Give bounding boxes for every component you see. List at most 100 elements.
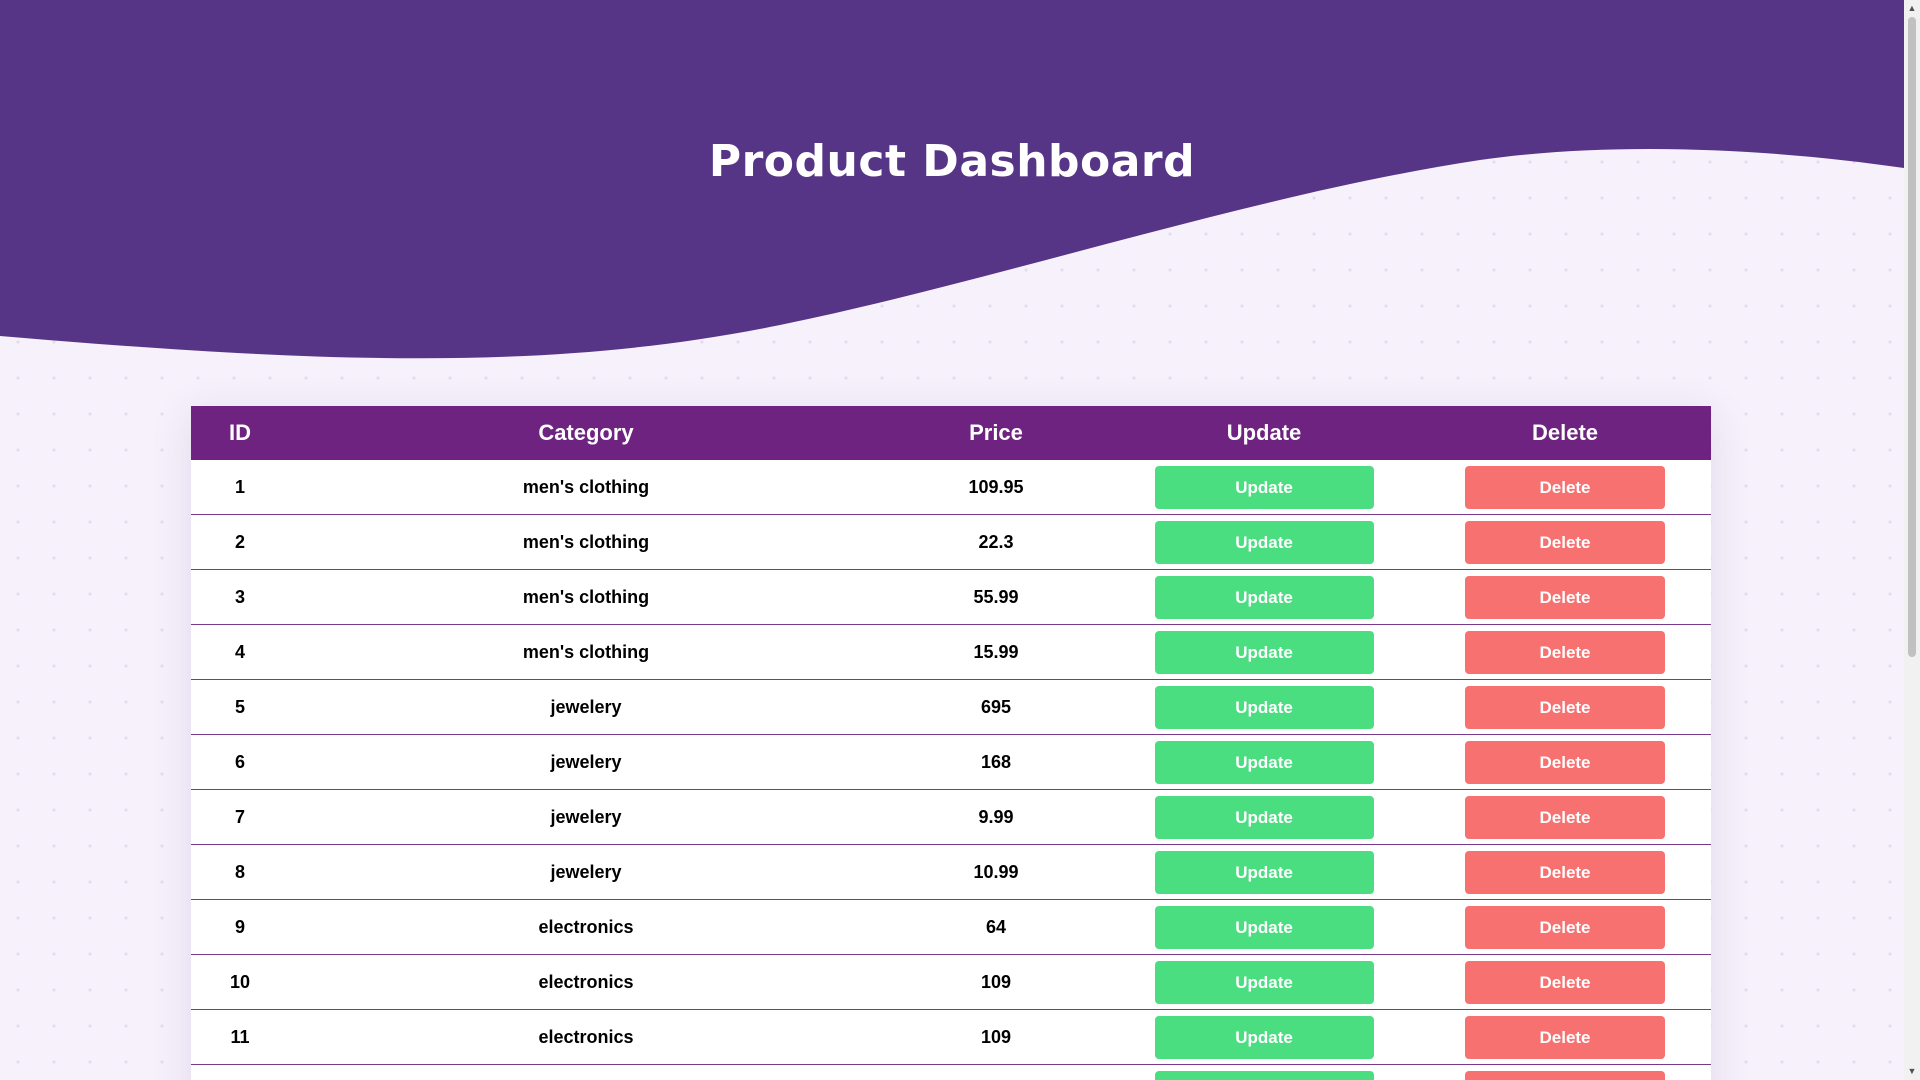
page-title: Product Dashboard [708, 136, 1196, 187]
delete-button[interactable]: Delete [1465, 905, 1665, 949]
cell-id: 10 [191, 954, 289, 1010]
delete-button[interactable]: Delete [1465, 795, 1665, 839]
cell-delete: Delete [1419, 569, 1711, 625]
page: Product Dashboard ID Category Price Upda… [0, 0, 1904, 1080]
update-button[interactable]: Update [1154, 685, 1374, 729]
cell-update: Update [1109, 954, 1419, 1010]
cell-price: 15.99 [883, 624, 1109, 680]
column-header-category: Category [289, 406, 883, 460]
update-button[interactable]: Update [1154, 795, 1374, 839]
update-button[interactable]: Update [1154, 1015, 1374, 1059]
cell-price [883, 1064, 1109, 1080]
table-header: ID Category Price Update Delete [191, 406, 1711, 460]
cell-delete: Delete [1419, 679, 1711, 735]
delete-button[interactable]: Delete [1465, 1070, 1665, 1080]
delete-button[interactable]: Delete [1465, 960, 1665, 1004]
update-button[interactable]: Update [1154, 740, 1374, 784]
cell-update: Update [1109, 679, 1419, 735]
column-header-price: Price [883, 406, 1109, 460]
table-row: 7 jewelery 9.99 Update Delete [191, 789, 1711, 845]
update-button[interactable]: Update [1154, 520, 1374, 564]
update-button[interactable]: Update [1154, 905, 1374, 949]
cell-price: 695 [883, 679, 1109, 735]
chevron-down-icon[interactable]: ▼ [1904, 1063, 1920, 1080]
cell-delete: Delete [1419, 460, 1711, 515]
cell-delete: Delete [1419, 844, 1711, 900]
delete-button[interactable]: Delete [1465, 630, 1665, 674]
delete-button[interactable]: Delete [1465, 465, 1665, 509]
vertical-scrollbar[interactable]: ▲ ▼ [1904, 0, 1920, 1080]
table-row: 2 men's clothing 22.3 Update Delete [191, 514, 1711, 570]
table-row: 3 men's clothing 55.99 Update Delete [191, 569, 1711, 625]
delete-button[interactable]: Delete [1465, 850, 1665, 894]
cell-price: 109 [883, 954, 1109, 1010]
cell-price: 109.95 [883, 460, 1109, 515]
cell-delete: Delete [1419, 1064, 1711, 1080]
cell-id: 3 [191, 569, 289, 625]
cell-delete: Delete [1419, 624, 1711, 680]
delete-button[interactable]: Delete [1465, 575, 1665, 619]
cell-category: jewelery [289, 844, 883, 900]
table-row: Update Delete [191, 1064, 1711, 1080]
cell-price: 22.3 [883, 514, 1109, 570]
cell-category: electronics [289, 899, 883, 955]
table-row: 11 electronics 109 Update Delete [191, 1009, 1711, 1065]
cell-id: 6 [191, 734, 289, 790]
cell-update: Update [1109, 789, 1419, 845]
table-body: 1 men's clothing 109.95 Update Delete 2 … [191, 460, 1711, 1080]
table-row: 5 jewelery 695 Update Delete [191, 679, 1711, 735]
cell-price: 168 [883, 734, 1109, 790]
update-button[interactable]: Update [1154, 465, 1374, 509]
cell-id: 7 [191, 789, 289, 845]
column-header-id: ID [191, 406, 289, 460]
cell-id: 8 [191, 844, 289, 900]
delete-button[interactable]: Delete [1465, 1015, 1665, 1059]
cell-id: 9 [191, 899, 289, 955]
delete-button[interactable]: Delete [1465, 740, 1665, 784]
cell-price: 9.99 [883, 789, 1109, 845]
cell-category: electronics [289, 1009, 883, 1065]
cell-update: Update [1109, 1009, 1419, 1065]
product-table: ID Category Price Update Delete 1 men's … [191, 406, 1711, 1080]
cell-category: jewelery [289, 734, 883, 790]
header-wave [0, 0, 1904, 359]
cell-delete: Delete [1419, 1009, 1711, 1065]
delete-button[interactable]: Delete [1465, 520, 1665, 564]
update-button[interactable]: Update [1154, 1070, 1374, 1080]
cell-category [289, 1064, 883, 1080]
update-button[interactable]: Update [1154, 630, 1374, 674]
delete-button[interactable]: Delete [1465, 685, 1665, 729]
cell-category: men's clothing [289, 460, 883, 515]
cell-update: Update [1109, 844, 1419, 900]
cell-price: 55.99 [883, 569, 1109, 625]
update-button[interactable]: Update [1154, 575, 1374, 619]
table-row: 9 electronics 64 Update Delete [191, 899, 1711, 955]
cell-price: 64 [883, 899, 1109, 955]
cell-category: electronics [289, 954, 883, 1010]
cell-category: jewelery [289, 789, 883, 845]
column-header-delete: Delete [1419, 406, 1711, 460]
column-header-update: Update [1109, 406, 1419, 460]
table-row: 8 jewelery 10.99 Update Delete [191, 844, 1711, 900]
cell-update: Update [1109, 569, 1419, 625]
cell-update: Update [1109, 734, 1419, 790]
cell-category: jewelery [289, 679, 883, 735]
table-row: 4 men's clothing 15.99 Update Delete [191, 624, 1711, 680]
update-button[interactable]: Update [1154, 960, 1374, 1004]
cell-category: men's clothing [289, 569, 883, 625]
cell-category: men's clothing [289, 514, 883, 570]
cell-delete: Delete [1419, 514, 1711, 570]
cell-delete: Delete [1419, 789, 1711, 845]
cell-id: 5 [191, 679, 289, 735]
table-row: 10 electronics 109 Update Delete [191, 954, 1711, 1010]
cell-price: 10.99 [883, 844, 1109, 900]
cell-id: 1 [191, 460, 289, 515]
table-row: 6 jewelery 168 Update Delete [191, 734, 1711, 790]
cell-id: 11 [191, 1009, 289, 1065]
cell-delete: Delete [1419, 899, 1711, 955]
cell-update: Update [1109, 899, 1419, 955]
chevron-up-icon[interactable]: ▲ [1904, 0, 1920, 17]
scrollbar-thumb[interactable] [1908, 17, 1916, 657]
cell-delete: Delete [1419, 734, 1711, 790]
update-button[interactable]: Update [1154, 850, 1374, 894]
